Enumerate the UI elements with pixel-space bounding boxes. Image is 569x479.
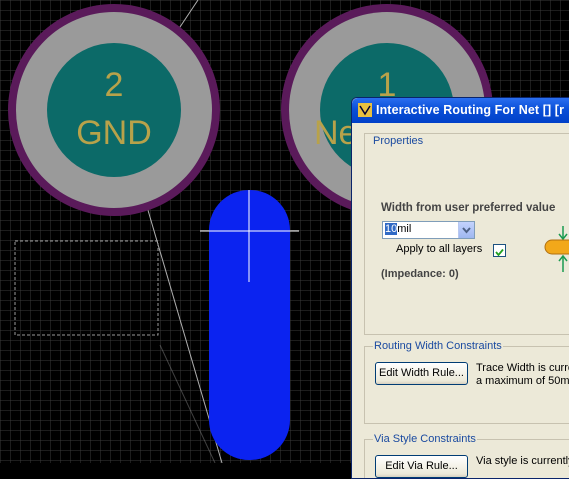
dialog-title-icon	[358, 103, 372, 117]
trace-width-description: Trace Width is curre	[476, 362, 569, 374]
track-width-icon	[544, 226, 569, 272]
dropdown-arrow-icon	[462, 227, 471, 234]
trace-width-description-2: a maximum of 50mil.	[476, 375, 569, 387]
dropdown-button[interactable]	[458, 222, 474, 238]
panel-title: Routing Width Constraints	[373, 340, 503, 352]
impedance-label: (Impedance: 0)	[381, 268, 459, 280]
pad-number-label: 2	[104, 66, 124, 104]
pad-2-gnd[interactable]	[8, 4, 220, 216]
dialog-title: Interactive Routing For Net [] [r	[376, 103, 565, 117]
checkmark-icon	[495, 248, 504, 257]
width-select[interactable]: 10mil	[382, 221, 475, 239]
pad-net-label: Ne	[314, 114, 358, 152]
width-label: Width from user preferred value	[381, 202, 556, 214]
edit-width-rule-button[interactable]: Edit Width Rule...	[375, 362, 468, 385]
pad-net-label: GND	[76, 114, 152, 152]
width-value-selected: 10	[385, 223, 398, 235]
apply-all-layers-label: Apply to all layers	[396, 243, 483, 255]
panel-title: Via Style Constraints	[373, 433, 477, 445]
edit-via-rule-button[interactable]: Edit Via Rule...	[375, 455, 468, 478]
width-value-unit: mil	[397, 223, 412, 235]
interactive-routing-dialog[interactable]: Interactive Routing For Net [] [r Proper…	[351, 97, 569, 479]
panel-title: Properties	[373, 135, 424, 147]
dialog-titlebar[interactable]: Interactive Routing For Net [] [r	[352, 98, 569, 123]
apply-all-layers-checkbox[interactable]	[493, 244, 506, 257]
via-style-description: Via style is currently	[476, 455, 569, 467]
